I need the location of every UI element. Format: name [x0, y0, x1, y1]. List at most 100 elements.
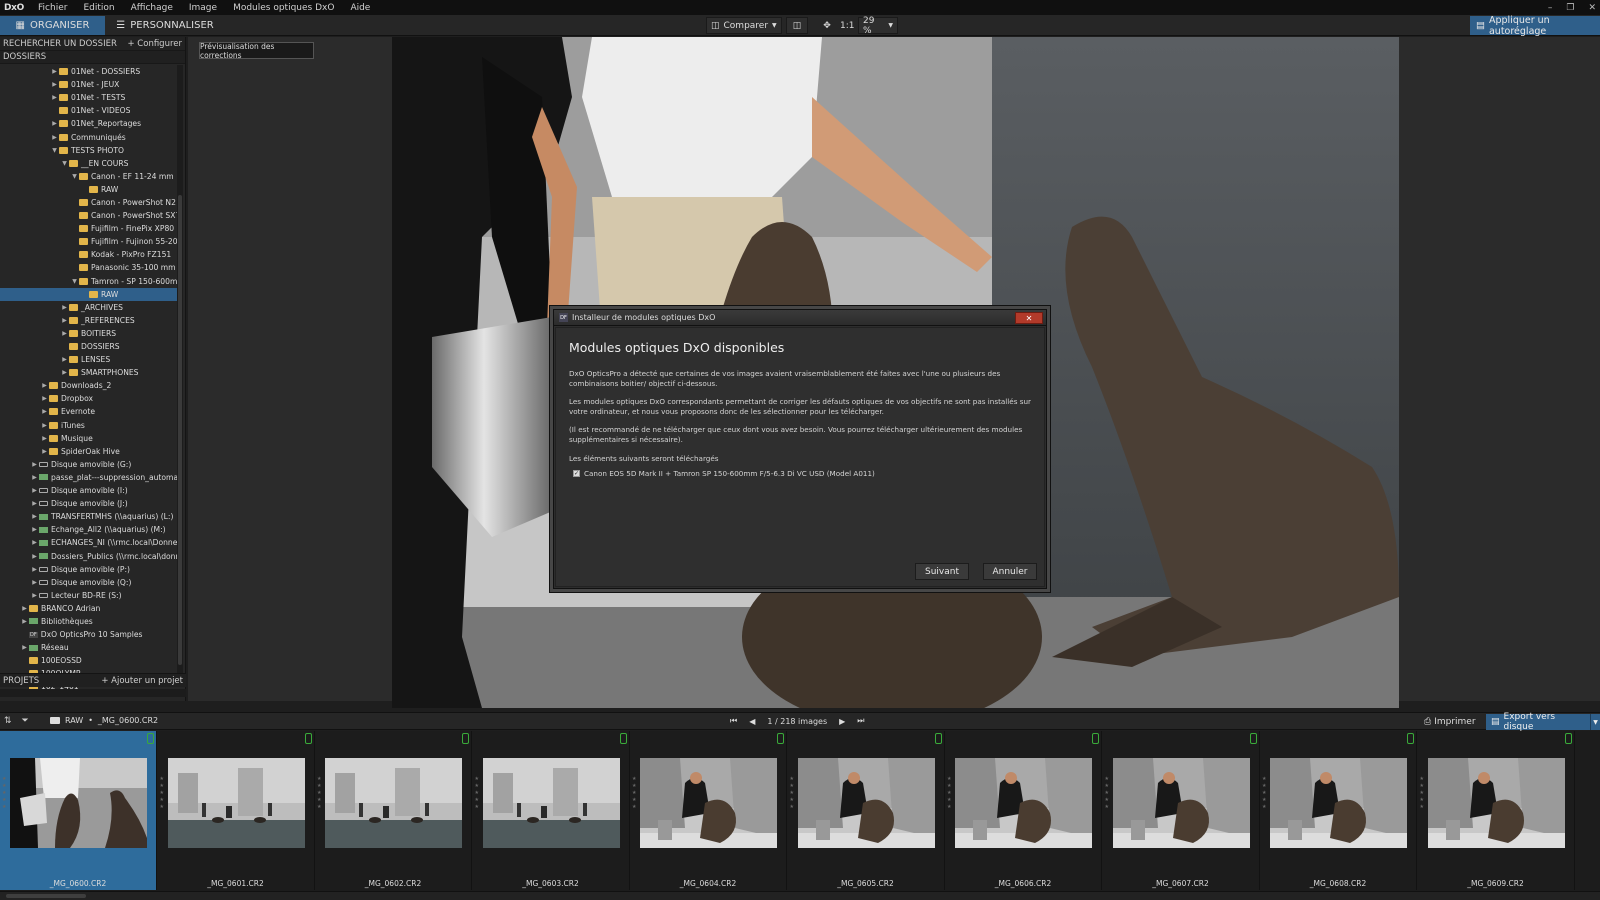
expand-arrow-icon[interactable]: ▶ [30, 487, 39, 494]
collapse-arrow-icon[interactable]: ▼ [70, 173, 79, 180]
filmstrip-thumbnail[interactable]: ★ ★ ★ ★ ★ _MG_0603.CR2 [473, 731, 630, 890]
last-image-icon[interactable]: ⏭ [857, 716, 864, 726]
menu-image[interactable]: Image [181, 3, 225, 13]
expand-arrow-icon[interactable]: ▶ [40, 395, 49, 402]
next-image-icon[interactable]: ▶ [839, 717, 845, 726]
expand-arrow-icon[interactable]: ▶ [60, 317, 69, 324]
minimize-icon[interactable]: – [1548, 3, 1553, 13]
folder-tree-scrollbar[interactable] [177, 65, 183, 685]
expand-arrow-icon[interactable]: ▶ [60, 369, 69, 376]
sort-icon[interactable]: ⇅ [4, 716, 12, 726]
folder-tree-item[interactable]: Fujifilm - Fujinon 55-200 mm [0, 235, 177, 248]
folder-tree-item[interactable]: ▶ Disque amovible (G:) [0, 458, 177, 471]
folder-tree-item[interactable]: ▼ TESTS PHOTO [0, 144, 177, 157]
expand-arrow-icon[interactable]: ▶ [50, 94, 59, 101]
collapse-arrow-icon[interactable]: ▼ [60, 160, 69, 167]
filmstrip-scrollbar[interactable] [0, 891, 1600, 900]
rating-stars-icon[interactable]: ★ ★ ★ ★ ★ [2, 776, 8, 811]
expand-arrow-icon[interactable]: ▶ [50, 81, 59, 88]
folder-tree-item[interactable]: ▶ ECHANGES_NI (\\rmc.local\Donnees) (N [0, 536, 177, 549]
projects-label[interactable]: PROJETS [3, 676, 39, 686]
export-to-disk-button[interactable]: ▤ Export vers disque [1486, 712, 1590, 732]
folder-tree-item[interactable]: ▶ Evernote [0, 405, 177, 418]
folder-tree-item[interactable]: ▶ Communiqués [0, 130, 177, 143]
filmstrip-thumbnail[interactable]: ★ ★ ★ ★ ★ _MG_0607.CR2 [1103, 731, 1260, 890]
folder-tree-item[interactable]: ▶ BRANCO Adrian [0, 602, 177, 615]
add-project-link[interactable]: + Ajouter un projet [101, 676, 183, 686]
zoom-100-button[interactable]: 1:1 [836, 17, 856, 34]
filter-icon[interactable]: ⏷ [22, 716, 29, 726]
zoom-select[interactable]: 29 % ▼ [858, 16, 898, 36]
folder-tree-item[interactable]: Panasonic 35-100 mm [0, 261, 177, 274]
folder-search-label[interactable]: RECHERCHER UN DOSSIER [3, 39, 117, 49]
preview-corrections-button[interactable]: Prévisualisation des corrections [199, 42, 314, 60]
cancel-button[interactable]: Annuler [983, 563, 1037, 580]
menu-edition[interactable]: Edition [75, 3, 122, 13]
folder-tree-item[interactable]: ▶ _ARCHIVES [0, 301, 177, 314]
filmstrip-thumbnail[interactable]: ★ ★ ★ ★ ★ _MG_0606.CR2 [945, 731, 1102, 890]
filmstrip-thumbnail[interactable]: ★ ★ ★ ★ ★ _MG_0605.CR2 [788, 731, 945, 890]
folder-tree-item[interactable]: ▶ Echange_All2 (\\aquarius) (M:) [0, 523, 177, 536]
expand-arrow-icon[interactable]: ▶ [40, 435, 49, 442]
rating-stars-icon[interactable]: ★ ★ ★ ★ ★ [1105, 776, 1111, 811]
first-image-icon[interactable]: ⏮ [730, 716, 737, 726]
next-button[interactable]: Suivant [915, 563, 969, 580]
expand-arrow-icon[interactable]: ▶ [30, 539, 39, 546]
filmstrip-thumbnail[interactable]: ★ ★ ★ ★ ★ _MG_0609.CR2 [1418, 731, 1575, 890]
folder-tree-item[interactable]: ▶ Disque amovible (I:) [0, 484, 177, 497]
rating-stars-icon[interactable]: ★ ★ ★ ★ ★ [632, 776, 638, 811]
folders-header[interactable]: DOSSIERS [0, 51, 185, 64]
rating-stars-icon[interactable]: ★ ★ ★ ★ ★ [1420, 776, 1426, 811]
folder-tree-item[interactable]: DF DxO OpticsPro 10 Samples [0, 628, 177, 641]
left-panel-hscrollbar[interactable] [0, 689, 186, 697]
apply-auto-adjust-button[interactable]: ▤ Appliquer un autoréglage [1470, 15, 1600, 37]
menu-aide[interactable]: Aide [342, 3, 378, 13]
rating-stars-icon[interactable]: ★ ★ ★ ★ ★ [947, 776, 953, 811]
menu-modules-optiques[interactable]: Modules optiques DxO [225, 3, 342, 13]
tab-organiser[interactable]: ▦ ORGANISER [0, 16, 105, 35]
folder-tree-item[interactable]: ▶ 01Net - DOSSIERS [0, 65, 177, 78]
folder-tree-item[interactable]: ▶ Bibliothèques [0, 615, 177, 628]
filmstrip-thumbnail[interactable]: ★ ★ ★ ★ ★ _MG_0604.CR2 [630, 731, 787, 890]
folder-tree-item[interactable]: ▶ Lecteur BD-RE (S:) [0, 589, 177, 602]
expand-arrow-icon[interactable]: ▶ [20, 605, 29, 612]
folder-tree-item[interactable]: ▼ __EN COURS [0, 157, 177, 170]
expand-arrow-icon[interactable]: ▶ [30, 500, 39, 507]
folder-tree-item[interactable]: Canon - PowerShot N2 [0, 196, 177, 209]
folder-tree-item[interactable]: ▶ passe_plat---suppression_automatique_ [0, 471, 177, 484]
rating-stars-icon[interactable]: ★ ★ ★ ★ ★ [1262, 776, 1268, 811]
configure-link[interactable]: + Configurer [127, 39, 182, 49]
menu-fichier[interactable]: Fichier [30, 3, 75, 13]
folder-tree-item[interactable]: ▶ Disque amovible (P:) [0, 563, 177, 576]
folder-tree-item[interactable]: ▶ 01Net_Reportages [0, 117, 177, 130]
folder-tree-item[interactable]: Canon - PowerShot SX710 H [0, 209, 177, 222]
close-icon[interactable]: ✕ [1588, 3, 1596, 13]
print-button[interactable]: ⎙ Imprimer [1424, 714, 1479, 730]
folder-tree-item[interactable]: ▶ LENSES [0, 353, 177, 366]
folder-tree-item[interactable]: ▶ BOITIERS [0, 327, 177, 340]
expand-arrow-icon[interactable]: ▶ [30, 553, 39, 560]
compare-button[interactable]: ◫ Comparer ▼ [706, 17, 782, 34]
rating-stars-icon[interactable]: ★ ★ ★ ★ ★ [790, 776, 796, 811]
expand-arrow-icon[interactable]: ▶ [30, 526, 39, 533]
folder-tree-item[interactable]: Fujifilm - FinePix XP80 [0, 222, 177, 235]
collapse-arrow-icon[interactable]: ▼ [70, 278, 79, 285]
expand-arrow-icon[interactable]: ▶ [40, 422, 49, 429]
expand-arrow-icon[interactable]: ▶ [40, 382, 49, 389]
expand-arrow-icon[interactable]: ▶ [60, 304, 69, 311]
folder-tree-item[interactable]: Kodak - PixPro FZ151 [0, 248, 177, 261]
expand-arrow-icon[interactable]: ▶ [60, 356, 69, 363]
filmstrip-thumbnail[interactable]: ★ ★ ★ ★ ★ _MG_0602.CR2 [315, 731, 472, 890]
folder-tree-item[interactable]: ▶ Disque amovible (J:) [0, 497, 177, 510]
folder-tree-item[interactable]: 100EOSSD [0, 654, 177, 667]
folder-tree-item[interactable]: ▶ 01Net - JEUX [0, 78, 177, 91]
expand-arrow-icon[interactable]: ▶ [40, 408, 49, 415]
folder-tree-item[interactable]: ▶ Musique [0, 432, 177, 445]
filmstrip-thumbnail[interactable]: ★ ★ ★ ★ ★ _MG_0601.CR2 [158, 731, 315, 890]
tab-personnaliser[interactable]: ☰ PERSONNALISER [110, 16, 220, 35]
rating-stars-icon[interactable]: ★ ★ ★ ★ ★ [160, 776, 166, 811]
module-list-item[interactable]: ✓ Canon EOS 5D Mark II + Tamron SP 150-6… [573, 469, 1032, 478]
previous-image-icon[interactable]: ◀ [749, 717, 755, 726]
menu-affichage[interactable]: Affichage [123, 3, 181, 13]
filmstrip-thumbnail[interactable]: ★ ★ ★ ★ ★ _MG_0600.CR2 [0, 731, 157, 890]
